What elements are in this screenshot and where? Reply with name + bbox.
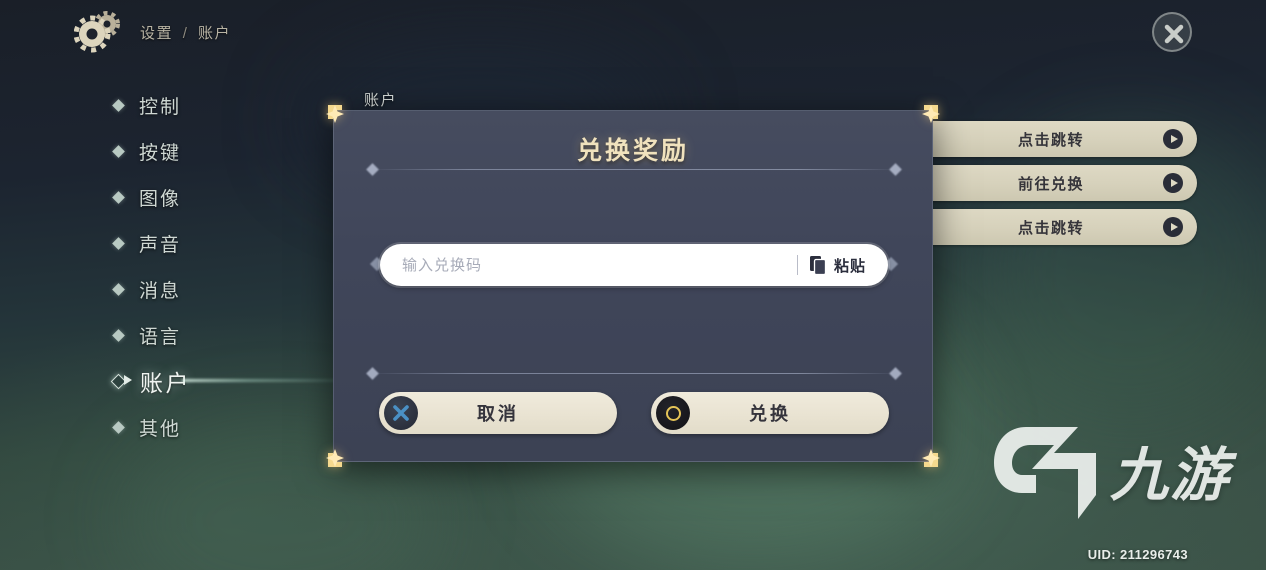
jiuyou-logo-mark	[992, 423, 1104, 528]
paste-label: 粘贴	[833, 257, 866, 275]
sidebar-item-label: 声音	[139, 234, 182, 256]
sidebar-item-graphics[interactable]: 图像	[112, 174, 332, 220]
game-settings-screen: 设置 / 账户 控制 按键 图像 声音 消息 语言 账户 其他 账户 点击跳转 …	[0, 0, 1266, 570]
diamond-bullet-icon	[112, 190, 125, 204]
divider-line	[378, 169, 890, 170]
redeem-reward-dialog: 兑换奖励 粘贴	[326, 105, 940, 467]
diamond-bullet-icon	[112, 328, 125, 342]
field-divider	[796, 255, 798, 275]
cancel-x-icon	[384, 396, 418, 430]
jump-button-2[interactable]: 前往兑换	[905, 165, 1197, 201]
jump-button-3[interactable]: 点击跳转	[905, 209, 1197, 245]
redeem-code-field-wrapper[interactable]: 粘贴	[380, 244, 888, 286]
dialog-title: 兑换奖励	[576, 137, 689, 165]
sidebar-item-account[interactable]: 账户	[110, 358, 372, 404]
jump-button-label: 前往兑换	[1017, 175, 1084, 193]
close-icon	[1164, 24, 1184, 44]
chevron-right-icon	[1163, 217, 1183, 237]
selection-arrow-icon	[124, 375, 132, 385]
divider-bottom	[366, 367, 902, 380]
diamond-bullet-icon	[112, 236, 125, 250]
uid-label: UID: 211296743	[1087, 547, 1188, 562]
watermark-text: 九游	[1109, 442, 1230, 508]
jump-button-label: 点击跳转	[1017, 131, 1084, 149]
close-button[interactable]	[1152, 12, 1192, 52]
confirm-ring-icon	[656, 396, 690, 430]
cancel-label: 取消	[477, 404, 519, 424]
diamond-bullet-icon	[112, 282, 125, 296]
paste-button[interactable]: 粘贴	[809, 255, 866, 276]
jump-button-1[interactable]: 点击跳转	[905, 121, 1197, 157]
redeem-code-input[interactable]	[402, 246, 793, 284]
watermark: 九游	[992, 423, 1230, 528]
sidebar-item-messages[interactable]: 消息	[112, 266, 332, 312]
breadcrumb-current: 账户	[198, 25, 232, 42]
diamond-bullet-icon	[112, 420, 125, 434]
diamond-bullet-icon	[112, 98, 125, 112]
breadcrumb: 设置 / 账户	[140, 22, 231, 43]
divider-line	[378, 373, 890, 374]
cancel-button[interactable]: 取消	[379, 392, 617, 434]
sidebar-item-control[interactable]: 控制	[112, 82, 332, 128]
redeem-code-row: 粘贴	[369, 244, 899, 286]
dialog-footer: 取消 兑换	[379, 392, 889, 436]
sidebar-item-language[interactable]: 语言	[112, 312, 332, 358]
sidebar-item-label: 图像	[139, 188, 182, 210]
section-title: 账户	[364, 92, 398, 109]
settings-sidebar: 控制 按键 图像 声音 消息 语言 账户 其他	[110, 82, 372, 450]
sidebar-item-keys[interactable]: 按键	[112, 128, 332, 174]
sidebar-item-other[interactable]: 其他	[112, 404, 332, 450]
sidebar-item-label: 语言	[139, 326, 182, 348]
jump-button-list: 点击跳转 前往兑换 点击跳转	[905, 121, 1197, 253]
sidebar-item-label: 账户	[140, 370, 191, 396]
sidebar-item-label: 控制	[139, 96, 182, 118]
chevron-right-icon	[1163, 173, 1183, 193]
paste-icon	[809, 255, 827, 275]
sidebar-item-label: 消息	[139, 280, 182, 302]
redeem-label: 兑换	[749, 404, 791, 424]
divider-sparkle-icon	[366, 367, 379, 380]
diamond-bullet-icon	[112, 144, 125, 158]
ring-shape	[665, 405, 681, 421]
sidebar-item-label: 其他	[139, 418, 182, 440]
divider-top	[366, 163, 902, 176]
breadcrumb-separator: /	[182, 25, 189, 42]
jump-button-label: 点击跳转	[1017, 219, 1084, 237]
header-bar: 设置 / 账户	[0, 0, 1266, 64]
sidebar-item-label: 按键	[139, 142, 182, 164]
redeem-button[interactable]: 兑换	[651, 392, 889, 434]
sidebar-item-audio[interactable]: 声音	[112, 220, 332, 266]
divider-sparkle-icon	[889, 367, 902, 380]
gear-icon	[73, 10, 120, 54]
corner-ornament-icon	[910, 439, 940, 469]
chevron-right-icon	[1163, 129, 1183, 149]
breadcrumb-root[interactable]: 设置	[140, 25, 173, 42]
